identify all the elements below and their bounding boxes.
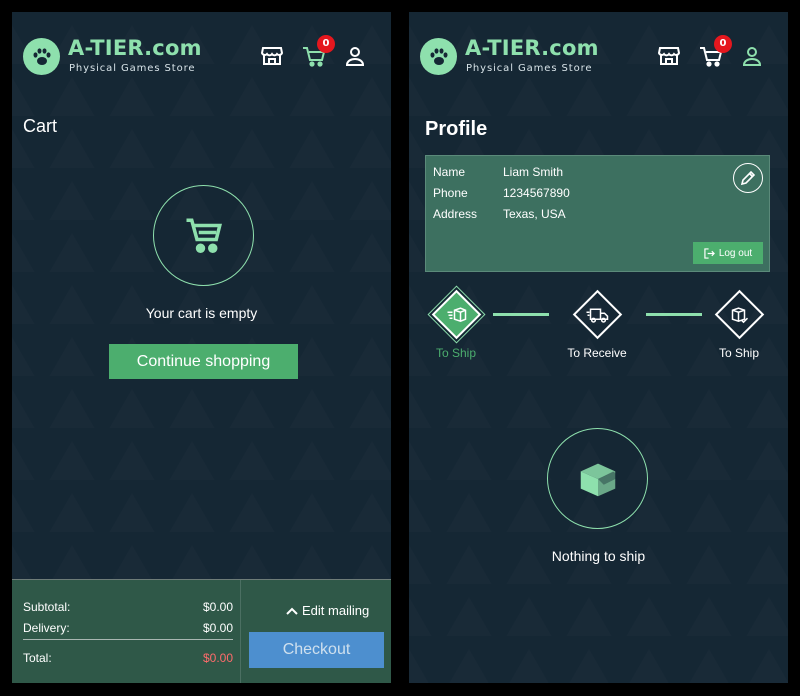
- pencil-icon: [740, 170, 756, 186]
- delivery-label: Delivery:: [23, 621, 70, 635]
- step-to-ship[interactable]: To Ship: [421, 285, 491, 360]
- page-title: Cart: [23, 116, 58, 136]
- cart-empty-icon: [186, 218, 222, 253]
- truck-icon: [586, 307, 608, 323]
- step-to-ship-2[interactable]: To Ship: [704, 289, 774, 360]
- brand-name[interactable]: A-TIER.com: [68, 36, 202, 60]
- empty-cart-illustration: [153, 185, 254, 286]
- total-row: Total: $0.00: [23, 651, 233, 665]
- summary-divider: [23, 639, 233, 640]
- phone-label: Phone: [433, 186, 468, 200]
- delivery-value: $0.00: [202, 621, 233, 635]
- step-label: To Receive: [567, 346, 627, 360]
- user-icon[interactable]: [742, 46, 766, 68]
- chevron-up-icon: [286, 607, 298, 615]
- edit-profile-button[interactable]: [733, 163, 763, 193]
- step-connector: [646, 313, 702, 316]
- edit-mailing-label: Edit mailing: [302, 603, 370, 618]
- subtotal-row: Subtotal: $0.00: [23, 600, 233, 614]
- brand-tagline: Physical Games Store: [466, 63, 593, 74]
- store-icon[interactable]: [260, 46, 285, 68]
- empty-ship-illustration: [547, 428, 648, 529]
- total-label: Total:: [23, 651, 52, 665]
- app-header: A-TIER.com Physical Games Store 0: [12, 12, 391, 92]
- step-label: To Ship: [718, 346, 760, 360]
- profile-screen: A-TIER.com Physical Games Store 0 Profil…: [409, 12, 788, 683]
- summary-totals: Subtotal: $0.00 Delivery: $0.00 Total: $…: [12, 580, 241, 683]
- box-open-icon: [580, 463, 619, 496]
- name-label: Name: [433, 165, 466, 179]
- cart-count-badge: 0: [714, 35, 732, 53]
- continue-shopping-button[interactable]: Continue shopping: [109, 344, 298, 379]
- step-to-receive[interactable]: To Receive: [562, 289, 632, 360]
- subtotal-label: Subtotal:: [23, 600, 71, 614]
- logout-icon: [704, 247, 715, 259]
- subtotal-value: $0.00: [202, 600, 233, 614]
- brand-name[interactable]: A-TIER.com: [465, 36, 599, 60]
- address-value: Texas, USA: [503, 207, 566, 221]
- empty-cart-message: Your cart is empty: [145, 305, 258, 321]
- box-check-icon: [731, 306, 748, 323]
- paw-logo-icon[interactable]: [420, 38, 457, 75]
- page-title: Profile: [425, 118, 488, 140]
- phone-value: 1234567890: [503, 186, 570, 200]
- nothing-to-ship-message: Nothing to ship: [551, 548, 646, 564]
- box-speed-icon: [447, 306, 466, 322]
- user-icon[interactable]: [345, 46, 369, 68]
- cart-screen: A-TIER.com Physical Games Store 0 Cart Y…: [12, 12, 391, 683]
- address-label: Address: [433, 207, 478, 221]
- checkout-button[interactable]: Checkout: [249, 632, 384, 668]
- cart-count-badge: 0: [317, 35, 335, 53]
- delivery-row: Delivery: $0.00: [23, 621, 233, 635]
- name-value: Liam Smith: [503, 165, 564, 179]
- logout-button[interactable]: Log out: [693, 242, 763, 264]
- profile-info-card: Name Liam Smith Phone 1234567890 Address…: [425, 155, 770, 272]
- step-connector: [493, 313, 549, 316]
- app-header: A-TIER.com Physical Games Store 0: [409, 12, 788, 92]
- total-value: $0.00: [202, 651, 233, 665]
- paw-logo-icon[interactable]: [23, 38, 60, 75]
- store-icon[interactable]: [657, 46, 682, 68]
- brand-tagline: Physical Games Store: [69, 63, 196, 74]
- step-label: To Ship: [435, 346, 477, 360]
- logout-label: Log out: [718, 247, 753, 259]
- edit-mailing-toggle[interactable]: Edit mailing: [286, 603, 369, 618]
